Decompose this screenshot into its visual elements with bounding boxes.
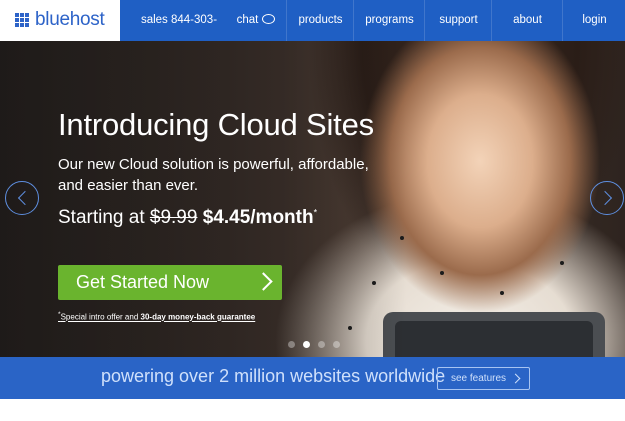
top-navigation-bar: bluehost sales 844-303-1810 chat product… (0, 0, 625, 67)
hero-title: Introducing Cloud Sites (58, 107, 374, 142)
hero-subtitle: Our new Cloud solution is powerful, affo… (58, 156, 369, 194)
stats-band: powering over 2 million websites worldwi… (0, 357, 625, 399)
get-started-button[interactable]: Get Started Now (58, 265, 282, 300)
hero-overlay (0, 41, 625, 357)
carousel-prev-button[interactable] (5, 181, 39, 215)
chat-label: chat (236, 14, 259, 26)
carousel-next-button[interactable] (590, 181, 624, 215)
offer-bold-text: 30-day money-back guarantee (140, 312, 256, 322)
chevron-right-icon (510, 373, 521, 384)
get-started-label: Get Started Now (76, 272, 210, 292)
chat-link[interactable]: chat (226, 0, 286, 41)
price-prefix: Starting at (58, 207, 145, 228)
carousel-dot-2[interactable] (303, 341, 310, 348)
nav-item-login[interactable]: login (562, 0, 625, 41)
carousel-dot-1[interactable] (288, 341, 295, 348)
sales-phone-link[interactable]: sales 844-303-1810 (133, 0, 225, 67)
nav-item-about[interactable]: about (491, 0, 563, 41)
nav-item-programs[interactable]: programs (353, 0, 425, 41)
see-features-button[interactable]: see features (437, 367, 530, 390)
bluehost-logo-link[interactable]: bluehost (0, 0, 120, 41)
chevron-left-icon (17, 190, 33, 206)
chevron-right-icon (597, 190, 613, 206)
price-new: $4.45/month (202, 207, 314, 228)
grid-logo-icon (15, 13, 30, 28)
logo-text: bluehost (35, 9, 105, 30)
nav-item-support[interactable]: support (424, 0, 492, 41)
chat-bubble-icon (262, 14, 276, 24)
nav-item-products[interactable]: products (286, 0, 354, 41)
chevron-right-icon (254, 272, 273, 291)
carousel-dot-3[interactable] (318, 341, 325, 348)
see-features-label: see features (451, 373, 507, 384)
offer-guarantee-link[interactable]: *Special intro offer and 30-day money-ba… (58, 311, 255, 322)
stats-text: powering over 2 million websites worldwi… (101, 366, 446, 386)
carousel-dot-4[interactable] (333, 341, 340, 348)
offer-text: Special intro offer and (60, 312, 141, 322)
price-footnote-mark: * (313, 207, 318, 218)
hero-banner-image (0, 41, 625, 357)
hero-price: Starting at $9.99 $4.45/month* (58, 207, 317, 229)
price-old: $9.99 (149, 207, 198, 228)
